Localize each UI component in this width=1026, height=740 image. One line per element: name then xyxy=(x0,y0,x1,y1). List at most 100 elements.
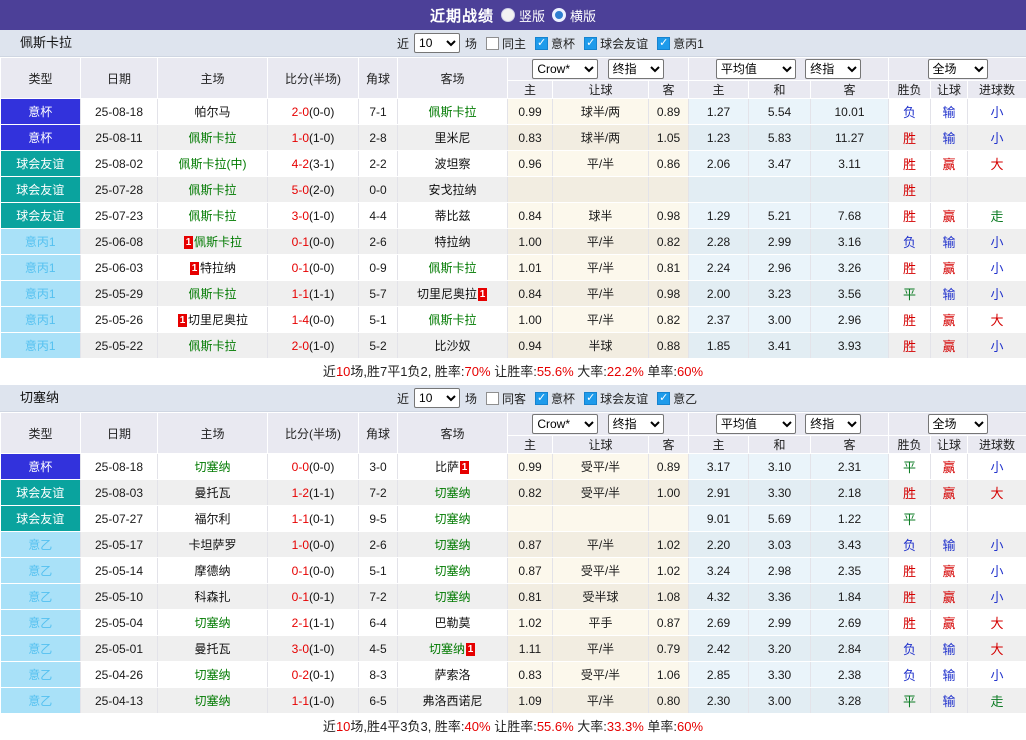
radio-selected-icon[interactable] xyxy=(501,8,515,22)
score-cell: 0-2(0-1) xyxy=(268,662,359,688)
layout-option-vertical[interactable]: 竖版 xyxy=(501,6,545,25)
away-odds-cell: 1.00 xyxy=(649,480,689,506)
score-cell: 0-1(0-0) xyxy=(268,229,359,255)
final-odds-select[interactable]: 终指 xyxy=(608,59,664,79)
same-away-checkbox[interactable] xyxy=(486,392,499,405)
corner-cell: 5-2 xyxy=(359,333,398,359)
summary-segment: 55.6% xyxy=(537,364,574,379)
col-home: 主场 xyxy=(158,58,268,99)
away-odds-cell xyxy=(649,177,689,203)
same-away-label: 同客 xyxy=(502,390,526,407)
score-cell: 3-0(1-0) xyxy=(268,203,359,229)
away-odds-cell: 1.08 xyxy=(649,584,689,610)
halftime-score: (0-0) xyxy=(309,235,334,249)
average-select[interactable]: 平均值 xyxy=(716,414,796,434)
avg-draw-cell: 3.00 xyxy=(749,307,811,333)
bookmaker-select[interactable]: Crow* xyxy=(532,414,598,434)
avg-draw-cell: 3.30 xyxy=(749,480,811,506)
avg-home-cell: 3.24 xyxy=(689,558,749,584)
avg-draw-cell: 3.03 xyxy=(749,532,811,558)
recent-count-select[interactable]: 10 xyxy=(414,388,460,408)
league-checkbox-friendly[interactable] xyxy=(584,392,597,405)
score-cell: 2-1(1-1) xyxy=(268,610,359,636)
handicap-result-cell: 赢 xyxy=(931,610,968,636)
col-away: 客场 xyxy=(398,58,508,99)
match-row: 意丙125-06-081佩斯卡拉0-1(0-0)2-6特拉纳1.00平/半0.8… xyxy=(1,229,1026,255)
handicap-result-cell xyxy=(931,177,968,203)
match-date: 25-08-18 xyxy=(81,99,158,125)
home-odds-cell: 1.02 xyxy=(508,610,553,636)
col-type: 类型 xyxy=(1,58,81,99)
league-checkbox-friendly[interactable] xyxy=(584,37,597,50)
score-cell: 2-0(0-0) xyxy=(268,99,359,125)
halftime-score: (0-0) xyxy=(309,460,334,474)
fulltime-score: 1-1 xyxy=(292,512,309,526)
corner-cell: 2-8 xyxy=(359,125,398,151)
match-date: 25-05-22 xyxy=(81,333,158,359)
home-odds-cell: 0.99 xyxy=(508,454,553,480)
corner-cell: 4-5 xyxy=(359,636,398,662)
avg-home-cell: 2.91 xyxy=(689,480,749,506)
league-checkbox-serie-c[interactable] xyxy=(657,37,670,50)
same-home-checkbox[interactable] xyxy=(486,37,499,50)
result-cell: 胜 xyxy=(889,333,931,359)
avg-away-cell: 2.38 xyxy=(811,662,889,688)
avg-away-cell: 3.56 xyxy=(811,281,889,307)
scope-select[interactable]: 全场 xyxy=(928,414,988,434)
match-row: 球会友谊25-08-03曼托瓦1-2(1-1)7-2切塞纳0.82受平/半1.0… xyxy=(1,480,1026,506)
home-team-cell: 佩斯卡拉 xyxy=(158,177,268,203)
goals-result-cell: 大 xyxy=(968,610,1026,636)
fulltime-score: 5-0 xyxy=(292,183,309,197)
matches-table-home: 类型 日期 主场 比分(半场) 角球 客场 Crow* 终指 平均值 终指 全场 xyxy=(0,57,1026,359)
avg-draw-cell: 5.54 xyxy=(749,99,811,125)
fulltime-score: 0-1 xyxy=(292,590,309,604)
avg-draw-cell: 2.98 xyxy=(749,558,811,584)
home-odds-cell: 0.83 xyxy=(508,662,553,688)
league-checkbox-cup[interactable] xyxy=(535,392,548,405)
home-team-cell: 1切里尼奥拉 xyxy=(158,307,268,333)
away-team-cell: 切塞纳1 xyxy=(398,636,508,662)
score-cell: 1-0(1-0) xyxy=(268,125,359,151)
fulltime-score: 4-2 xyxy=(292,157,309,171)
league-checkbox-serie-b[interactable] xyxy=(657,392,670,405)
halftime-score: (0-0) xyxy=(309,538,334,552)
topbar: 近期战绩 竖版 横版 xyxy=(0,0,1026,30)
league-checkbox-cup[interactable] xyxy=(535,37,548,50)
avg-draw-cell: 3.47 xyxy=(749,151,811,177)
average-select[interactable]: 平均值 xyxy=(716,59,796,79)
bookmaker-select[interactable]: Crow* xyxy=(532,59,598,79)
home-odds-cell: 1.00 xyxy=(508,307,553,333)
home-odds-cell: 0.87 xyxy=(508,558,553,584)
result-cell: 胜 xyxy=(889,125,931,151)
final-odds-select[interactable]: 终指 xyxy=(608,414,664,434)
final-avg-select[interactable]: 终指 xyxy=(805,414,861,434)
layout-option-horizontal[interactable]: 横版 xyxy=(552,6,596,25)
halftime-score: (0-0) xyxy=(309,564,334,578)
summary-segment: 60% xyxy=(677,364,703,379)
league-type-cell: 意乙 xyxy=(1,662,81,688)
halftime-score: (1-1) xyxy=(309,616,334,630)
halftime-score: (0-1) xyxy=(309,590,334,604)
score-cell: 1-0(0-0) xyxy=(268,532,359,558)
radio-unselected-icon[interactable] xyxy=(552,8,566,22)
goals-result-cell: 走 xyxy=(968,203,1026,229)
match-row: 意乙25-05-01曼托瓦3-0(1-0)4-5切塞纳11.11平/半0.792… xyxy=(1,636,1026,662)
team-name: 切塞纳 xyxy=(20,385,59,411)
horizontal-label: 横版 xyxy=(570,6,596,25)
league-type-cell: 意杯 xyxy=(1,125,81,151)
scope-select[interactable]: 全场 xyxy=(928,59,988,79)
league-type-cell: 球会友谊 xyxy=(1,177,81,203)
match-row: 球会友谊25-07-27福尔利1-1(0-1)9-5切塞纳9.015.691.2… xyxy=(1,506,1026,532)
handicap-cell: 平手 xyxy=(553,610,649,636)
score-cell: 1-1(1-1) xyxy=(268,281,359,307)
avg-away-cell: 3.93 xyxy=(811,333,889,359)
recent-count-select[interactable]: 10 xyxy=(414,33,460,53)
home-team-name: 佩斯卡拉 xyxy=(194,235,242,249)
sub-avg-away: 客 xyxy=(811,436,889,454)
home-team-name: 切塞纳 xyxy=(194,668,230,682)
home-odds-cell: 0.81 xyxy=(508,584,553,610)
final-avg-select[interactable]: 终指 xyxy=(805,59,861,79)
home-odds-cell: 0.96 xyxy=(508,151,553,177)
goals-result-cell: 大 xyxy=(968,151,1026,177)
corner-cell: 8-3 xyxy=(359,662,398,688)
